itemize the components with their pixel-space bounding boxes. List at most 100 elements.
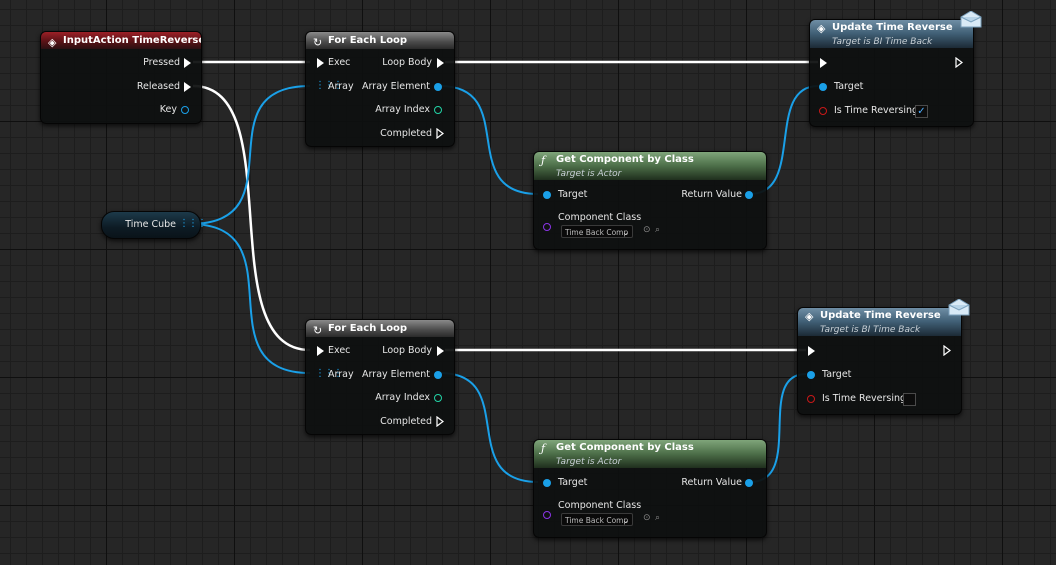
update-time-reverse-subtitle-2: Target is BI Time Back bbox=[820, 325, 921, 335]
pin-label-exec-loop1: Exec bbox=[328, 57, 351, 68]
update-time-reverse-title-2: Update Time Reverse bbox=[820, 310, 941, 321]
browse-search-icon[interactable]: ⌕ bbox=[655, 513, 660, 523]
pin-label-key: Key bbox=[159, 104, 177, 115]
envelope-icon bbox=[960, 11, 982, 28]
input-action-header[interactable]: ◈ InputAction TimeReverse bbox=[41, 32, 201, 49]
target-in-pin-update1[interactable] bbox=[819, 83, 827, 91]
function-icon: ƒ bbox=[541, 154, 546, 167]
chevron-down-icon: ⌄ bbox=[622, 228, 629, 237]
pin-label-is-time-reversing-update1: Is Time Reversing? bbox=[834, 105, 924, 116]
update-time-reverse-header-1[interactable]: ◈ Update Time Reverse Target is BI Time … bbox=[810, 20, 973, 48]
component-class-in-pin-getcomp2[interactable] bbox=[543, 511, 551, 519]
update-time-reverse-node-1[interactable]: ◈ Update Time Reverse Target is BI Time … bbox=[809, 19, 974, 127]
loop-icon: ↻ bbox=[313, 324, 323, 337]
exec-out-pin-completed-loop1[interactable] bbox=[436, 128, 444, 139]
pin-label-component-class-getcomp2: Component Class bbox=[558, 500, 642, 511]
get-component-node-1[interactable]: ƒ Get Component by Class Target is Actor… bbox=[533, 151, 767, 250]
pin-label-array-element-loop1: Array Element bbox=[362, 81, 430, 92]
pin-label-array-loop1: Array bbox=[328, 81, 354, 92]
exec-out-pin-update2[interactable] bbox=[943, 345, 951, 356]
diamond-icon: ◈ bbox=[805, 310, 814, 323]
pin-label-is-time-reversing-update2: Is Time Reversing? bbox=[822, 393, 912, 404]
exec-out-pin-released[interactable] bbox=[184, 82, 191, 92]
pin-label-array-index-loop2: Array Index bbox=[375, 392, 430, 403]
return-value-out-pin-getcomp1[interactable] bbox=[745, 191, 753, 199]
component-class-in-pin-getcomp1[interactable] bbox=[543, 223, 551, 231]
pin-label-array-loop2: Array bbox=[328, 369, 354, 380]
browse-search-icon[interactable]: ⌕ bbox=[655, 225, 660, 235]
diamond-icon: ◈ bbox=[817, 22, 826, 35]
chevron-down-icon: ⌄ bbox=[622, 516, 629, 525]
bool-in-pin-update2[interactable] bbox=[807, 395, 815, 403]
array-grid-icon[interactable]: ⋮⋮⋮ bbox=[179, 218, 207, 230]
component-class-dropdown-2[interactable]: Time Back Comp ⌄ bbox=[561, 513, 633, 526]
pin-label-target-update1: Target bbox=[834, 81, 864, 92]
update-time-reverse-subtitle-1: Target is BI Time Back bbox=[832, 37, 933, 47]
get-component-node-2[interactable]: ƒ Get Component by Class Target is Actor… bbox=[533, 439, 767, 538]
for-each-loop-node-2[interactable]: ↻ For Each Loop Exec ⋮⋮⋮ Array Loop Body… bbox=[305, 319, 455, 435]
pin-label-target-getcomp2: Target bbox=[558, 477, 588, 488]
for-each-loop-title-2: For Each Loop bbox=[328, 323, 408, 334]
exec-out-pin-update1[interactable] bbox=[955, 57, 963, 68]
exec-out-pin-loop-body-loop2[interactable] bbox=[437, 346, 444, 356]
for-each-loop-header-2[interactable]: ↻ For Each Loop bbox=[306, 320, 454, 337]
use-selected-icon[interactable]: ⊙ bbox=[643, 513, 651, 523]
get-component-title-1: Get Component by Class bbox=[556, 154, 694, 165]
pin-label-completed-loop2: Completed bbox=[380, 416, 432, 427]
target-in-pin-getcomp1[interactable] bbox=[543, 191, 551, 199]
pin-label-loop-body-loop1: Loop Body bbox=[382, 57, 432, 68]
pin-label-return-value-getcomp1: Return Value bbox=[681, 189, 742, 200]
pin-label-completed-loop1: Completed bbox=[380, 128, 432, 139]
exec-out-pin-loop-body-loop1[interactable] bbox=[437, 58, 444, 68]
array-index-out-pin-loop2[interactable] bbox=[434, 394, 442, 402]
get-component-title-2: Get Component by Class bbox=[556, 442, 694, 453]
component-class-value-1: Time Back Comp bbox=[565, 228, 629, 237]
update-time-reverse-node-2[interactable]: ◈ Update Time Reverse Target is BI Time … bbox=[797, 307, 962, 415]
pin-label-array-index-loop1: Array Index bbox=[375, 104, 430, 115]
pin-label-pressed: Pressed bbox=[143, 57, 180, 68]
target-in-pin-update2[interactable] bbox=[807, 371, 815, 379]
loop-icon: ↻ bbox=[313, 36, 323, 49]
exec-out-pin-completed-loop2[interactable] bbox=[436, 416, 444, 427]
get-component-header-2[interactable]: ƒ Get Component by Class Target is Actor bbox=[534, 440, 766, 468]
component-class-dropdown-1[interactable]: Time Back Comp ⌄ bbox=[561, 225, 633, 238]
is-time-reversing-checkbox-1[interactable]: ✓ bbox=[915, 105, 928, 118]
time-cube-variable-node[interactable]: Time Cube ⋮⋮⋮ bbox=[101, 211, 207, 239]
exec-in-pin-loop2[interactable] bbox=[317, 346, 324, 356]
for-each-loop-title-1: For Each Loop bbox=[328, 35, 408, 46]
key-out-pin[interactable] bbox=[181, 106, 189, 114]
envelope-icon bbox=[948, 299, 970, 316]
get-component-subtitle-2: Target is Actor bbox=[556, 457, 622, 467]
update-time-reverse-title-1: Update Time Reverse bbox=[832, 22, 953, 33]
pin-label-component-class-getcomp1: Component Class bbox=[558, 212, 642, 223]
pin-label-target-getcomp1: Target bbox=[558, 189, 588, 200]
get-component-header-1[interactable]: ƒ Get Component by Class Target is Actor bbox=[534, 152, 766, 180]
exec-in-pin-loop1[interactable] bbox=[317, 58, 324, 68]
function-icon: ƒ bbox=[541, 442, 546, 455]
pin-label-exec-loop2: Exec bbox=[328, 345, 351, 356]
pin-label-loop-body-loop2: Loop Body bbox=[382, 345, 432, 356]
input-action-node[interactable]: ◈ InputAction TimeReverse Pressed Releas… bbox=[40, 31, 202, 124]
exec-in-pin-update1[interactable] bbox=[820, 58, 827, 68]
exec-out-pin-pressed[interactable] bbox=[184, 58, 191, 68]
for-each-loop-header-1[interactable]: ↻ For Each Loop bbox=[306, 32, 454, 49]
pin-label-return-value-getcomp2: Return Value bbox=[681, 477, 742, 488]
get-component-subtitle-1: Target is Actor bbox=[556, 169, 622, 179]
is-time-reversing-checkbox-2[interactable] bbox=[903, 393, 916, 406]
object-wire-timecube-to-loop2[interactable] bbox=[189, 223, 311, 374]
for-each-loop-node-1[interactable]: ↻ For Each Loop Exec ⋮⋮⋮ Array Loop Body… bbox=[305, 31, 455, 147]
array-element-out-pin-loop1[interactable] bbox=[434, 83, 442, 91]
target-in-pin-getcomp2[interactable] bbox=[543, 479, 551, 487]
pin-label-released: Released bbox=[136, 81, 180, 92]
pin-label-target-update2: Target bbox=[822, 369, 852, 380]
bool-in-pin-update1[interactable] bbox=[819, 107, 827, 115]
return-value-out-pin-getcomp2[interactable] bbox=[745, 479, 753, 487]
diamond-icon: ◈ bbox=[48, 36, 57, 49]
time-cube-label: Time Cube bbox=[125, 219, 176, 230]
update-time-reverse-header-2[interactable]: ◈ Update Time Reverse Target is BI Time … bbox=[798, 308, 961, 336]
input-action-title: InputAction TimeReverse bbox=[63, 35, 201, 46]
array-element-out-pin-loop2[interactable] bbox=[434, 371, 442, 379]
exec-in-pin-update2[interactable] bbox=[808, 346, 815, 356]
array-index-out-pin-loop1[interactable] bbox=[434, 106, 442, 114]
use-selected-icon[interactable]: ⊙ bbox=[643, 225, 651, 235]
